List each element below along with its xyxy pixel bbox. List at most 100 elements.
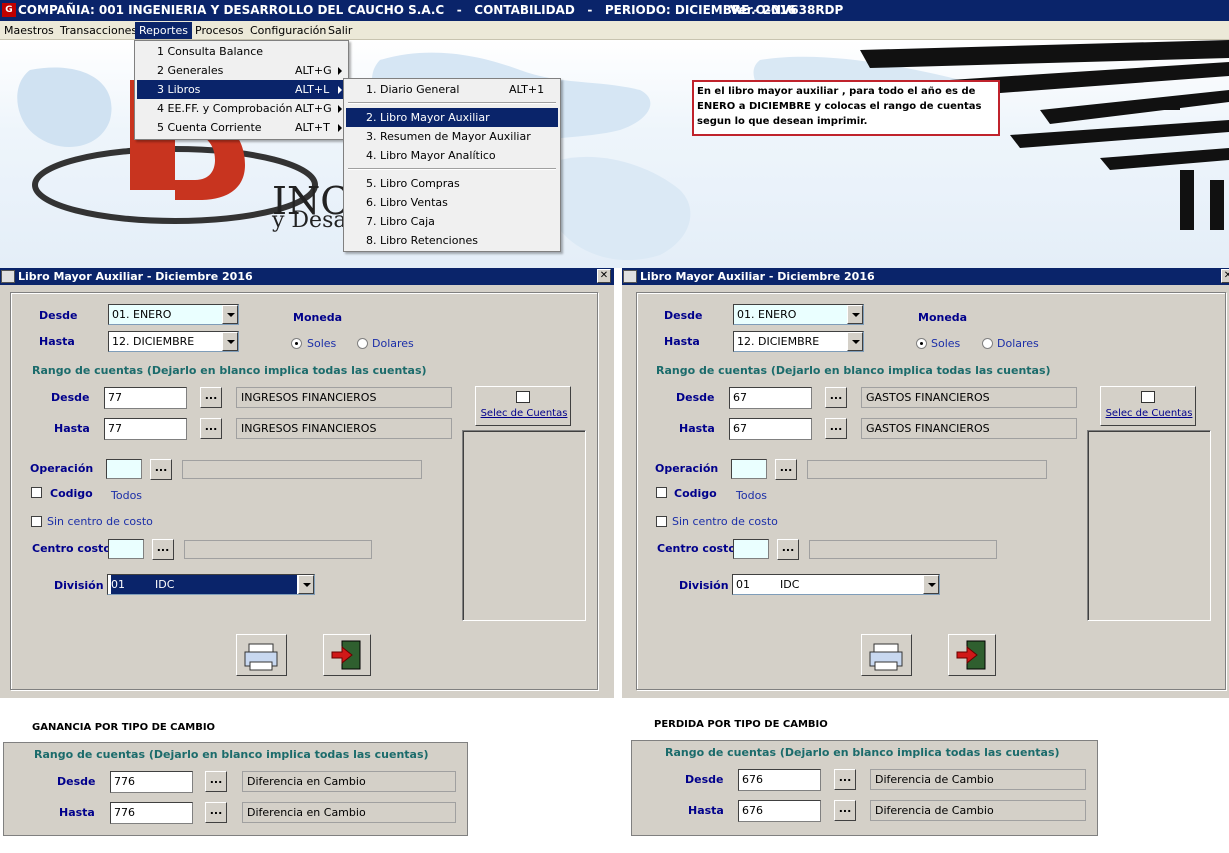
cuentas-list[interactable] (1087, 430, 1211, 621)
desde-month-select[interactable]: 01. ENERO (108, 304, 239, 325)
centro-costo-lookup-button[interactable]: ... (777, 539, 799, 560)
cuenta-desde-input[interactable]: 67 (729, 387, 812, 409)
sin-centro-costo-checkbox[interactable] (31, 516, 42, 527)
menu-diario-general[interactable]: 1. Diario General ALT+1 (346, 80, 558, 99)
selec-cuentas-button[interactable]: Selec de Cuentas (1100, 386, 1196, 426)
cuenta-hasta-lookup-button[interactable]: ... (834, 800, 856, 821)
menu-libro-mayor-auxiliar[interactable]: 2. Libro Mayor Auxiliar (346, 108, 558, 127)
submenu-arrow-icon (338, 86, 342, 94)
chevron-down-icon[interactable] (847, 305, 863, 324)
soles-radio[interactable] (291, 338, 302, 349)
exit-button[interactable] (323, 634, 371, 676)
codigo-checkbox[interactable] (31, 487, 42, 498)
cuenta-desde-lookup-button[interactable]: ... (825, 387, 847, 408)
app-title: COMPAÑIA: 001 INGENIERIA Y DESARROLLO DE… (18, 3, 797, 17)
chevron-down-icon[interactable] (222, 305, 238, 324)
dolares-radio[interactable] (357, 338, 368, 349)
cuenta-hasta-input[interactable]: 676 (738, 800, 821, 822)
printer-icon (244, 643, 278, 671)
menu-cuenta-corriente[interactable]: 5 Cuenta Corriente ALT+T (137, 118, 346, 137)
cuenta-hasta-label: Hasta (54, 422, 90, 435)
menu-resumen-mayor-auxiliar[interactable]: 3. Resumen de Mayor Auxiliar (346, 127, 558, 146)
cuenta-hasta-input[interactable]: 776 (110, 802, 193, 824)
cuenta-hasta-description: INGRESOS FINANCIEROS (236, 418, 452, 439)
menu-libro-compras[interactable]: 5. Libro Compras (346, 174, 558, 193)
todos-label: Todos (736, 489, 768, 502)
sin-centro-costo-checkbox[interactable] (656, 516, 667, 527)
menu-libro-retenciones[interactable]: 8. Libro Retenciones (346, 231, 558, 250)
shortcut-label: ALT+T (295, 121, 330, 134)
selec-cuentas-button[interactable]: Selec de Cuentas (475, 386, 571, 426)
cuenta-desde-label: Desde (676, 391, 715, 404)
menu-transacciones[interactable]: Transacciones (56, 22, 141, 39)
menu-generales[interactable]: 2 Generales ALT+G (137, 61, 346, 80)
soles-radio[interactable] (916, 338, 927, 349)
print-button[interactable] (236, 634, 287, 676)
cuenta-desde-input[interactable]: 77 (104, 387, 187, 409)
cuenta-hasta-description: Diferencia en Cambio (242, 802, 456, 823)
menu-maestros[interactable]: Maestros (0, 22, 58, 39)
operacion-lookup-button[interactable]: ... (775, 459, 797, 480)
menu-libro-caja[interactable]: 7. Libro Caja (346, 212, 558, 231)
cuenta-hasta-description: GASTOS FINANCIEROS (861, 418, 1077, 439)
sin-centro-costo-label: Sin centro de costo (672, 515, 778, 528)
selec-cuentas-label: Selec de Cuentas (480, 408, 568, 419)
operacion-input[interactable] (106, 459, 142, 479)
submenu-arrow-icon (338, 67, 342, 75)
division-label: División (54, 579, 104, 592)
centro-costo-description (184, 540, 372, 559)
menu-salir[interactable]: Salir (324, 22, 356, 39)
exit-button[interactable] (948, 634, 996, 676)
close-button[interactable]: ✕ (1221, 269, 1229, 283)
rango-cuentas-label: Rango de cuentas (Dejarlo en blanco impl… (32, 364, 427, 377)
cuenta-desde-description: INGRESOS FINANCIEROS (236, 387, 452, 408)
chevron-down-icon[interactable] (298, 575, 314, 594)
division-select[interactable]: 01 IDC (732, 574, 940, 595)
cuenta-desde-lookup-button[interactable]: ... (205, 771, 227, 792)
centro-costo-lookup-button[interactable]: ... (152, 539, 174, 560)
menu-libro-ventas[interactable]: 6. Libro Ventas (346, 193, 558, 212)
close-button[interactable]: ✕ (597, 269, 611, 283)
cuenta-desde-label: Desde (57, 775, 96, 788)
division-select[interactable]: 01 IDC (107, 574, 315, 595)
exit-door-icon (331, 640, 361, 670)
cuentas-list[interactable] (462, 430, 586, 621)
hasta-month-select[interactable]: 12. DICIEMBRE (108, 331, 239, 352)
operacion-lookup-button[interactable]: ... (150, 459, 172, 480)
cuenta-hasta-lookup-button[interactable]: ... (200, 418, 222, 439)
centro-costo-input[interactable] (733, 539, 769, 559)
rango-cuentas-label: Rango de cuentas (Dejarlo en blanco impl… (34, 748, 429, 761)
menu-separator (348, 102, 556, 104)
chevron-down-icon[interactable] (847, 332, 863, 351)
cuenta-desde-lookup-button[interactable]: ... (834, 769, 856, 790)
menu-configuracion[interactable]: Configuración (246, 22, 330, 39)
printer-icon (869, 643, 903, 671)
cuenta-hasta-lookup-button[interactable]: ... (205, 802, 227, 823)
print-button[interactable] (861, 634, 912, 676)
menu-procesos[interactable]: Procesos (191, 22, 247, 39)
desde-month-select[interactable]: 01. ENERO (733, 304, 864, 325)
menu-libros[interactable]: 3 Libros ALT+L (137, 80, 346, 99)
cuenta-hasta-input[interactable]: 67 (729, 418, 812, 440)
cuenta-desde-lookup-button[interactable]: ... (200, 387, 222, 408)
cuenta-hasta-input[interactable]: 77 (104, 418, 187, 440)
menu-consulta-balance[interactable]: 1 Consulta Balance (137, 42, 346, 61)
menu-libro-mayor-analitico[interactable]: 4. Libro Mayor Analítico (346, 146, 558, 165)
codigo-checkbox[interactable] (656, 487, 667, 498)
chevron-down-icon[interactable] (923, 575, 939, 594)
selec-cuentas-label: Selec de Cuentas (1105, 408, 1193, 419)
menu-reportes[interactable]: Reportes (135, 22, 192, 39)
hasta-month-select[interactable]: 12. DICIEMBRE (733, 331, 864, 352)
chevron-down-icon[interactable] (222, 332, 238, 351)
dolares-radio[interactable] (982, 338, 993, 349)
sin-centro-costo-label: Sin centro de costo (47, 515, 153, 528)
menu-eeff-comprobacion[interactable]: 4 EE.FF. y Comprobación ALT+G (137, 99, 346, 118)
menu-separator (348, 168, 556, 170)
operacion-input[interactable] (731, 459, 767, 479)
cuenta-desde-input[interactable]: 776 (110, 771, 193, 793)
centro-costo-input[interactable] (108, 539, 144, 559)
app-icon: G (2, 3, 16, 17)
cuenta-hasta-description: Diferencia de Cambio (870, 800, 1086, 821)
cuenta-desde-input[interactable]: 676 (738, 769, 821, 791)
cuenta-hasta-lookup-button[interactable]: ... (825, 418, 847, 439)
